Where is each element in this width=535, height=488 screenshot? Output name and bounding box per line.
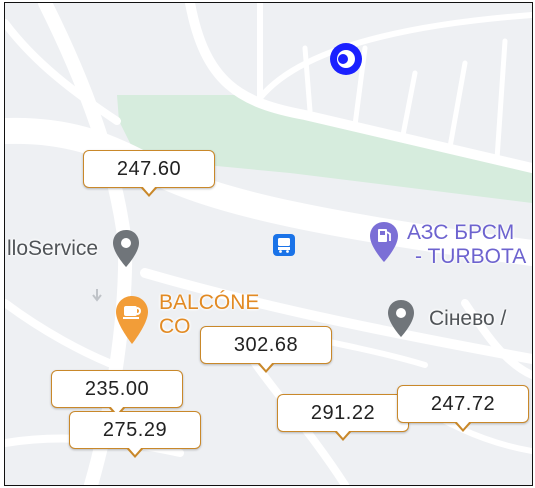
- price-marker[interactable]: 302.68: [200, 326, 332, 373]
- price-marker[interactable]: 291.22: [277, 394, 409, 441]
- cafe-icon: [116, 296, 148, 344]
- location-pin-icon: [388, 300, 414, 337]
- price-marker[interactable]: 275.29: [69, 411, 201, 458]
- place-azs-brsm[interactable]: АЗС БРСМ - TURBOTA: [369, 221, 526, 269]
- place-label: lloService: [7, 237, 99, 260]
- gas-station-icon: [370, 222, 398, 262]
- price-marker[interactable]: 235.00: [51, 370, 183, 417]
- current-location-icon[interactable]: [328, 41, 364, 82]
- place-label-line1: BALCÓNE: [159, 291, 260, 314]
- place-label-line2: - TURBOTA: [415, 245, 527, 268]
- location-pin-icon: [113, 230, 140, 267]
- price-marker[interactable]: 247.60: [83, 150, 215, 197]
- place-sinevo[interactable]: Сінево /: [387, 299, 506, 339]
- place-lloservice[interactable]: lloService: [7, 229, 140, 269]
- map-view[interactable]: lloService АЗС БРСМ - TURBOTA BALCÓNE CO…: [4, 2, 533, 486]
- price-marker[interactable]: 247.72: [397, 385, 529, 432]
- place-label: Сінево /: [429, 307, 507, 330]
- bus-stop-icon[interactable]: [273, 234, 295, 261]
- place-label-line1: АЗС БРСМ: [407, 221, 515, 244]
